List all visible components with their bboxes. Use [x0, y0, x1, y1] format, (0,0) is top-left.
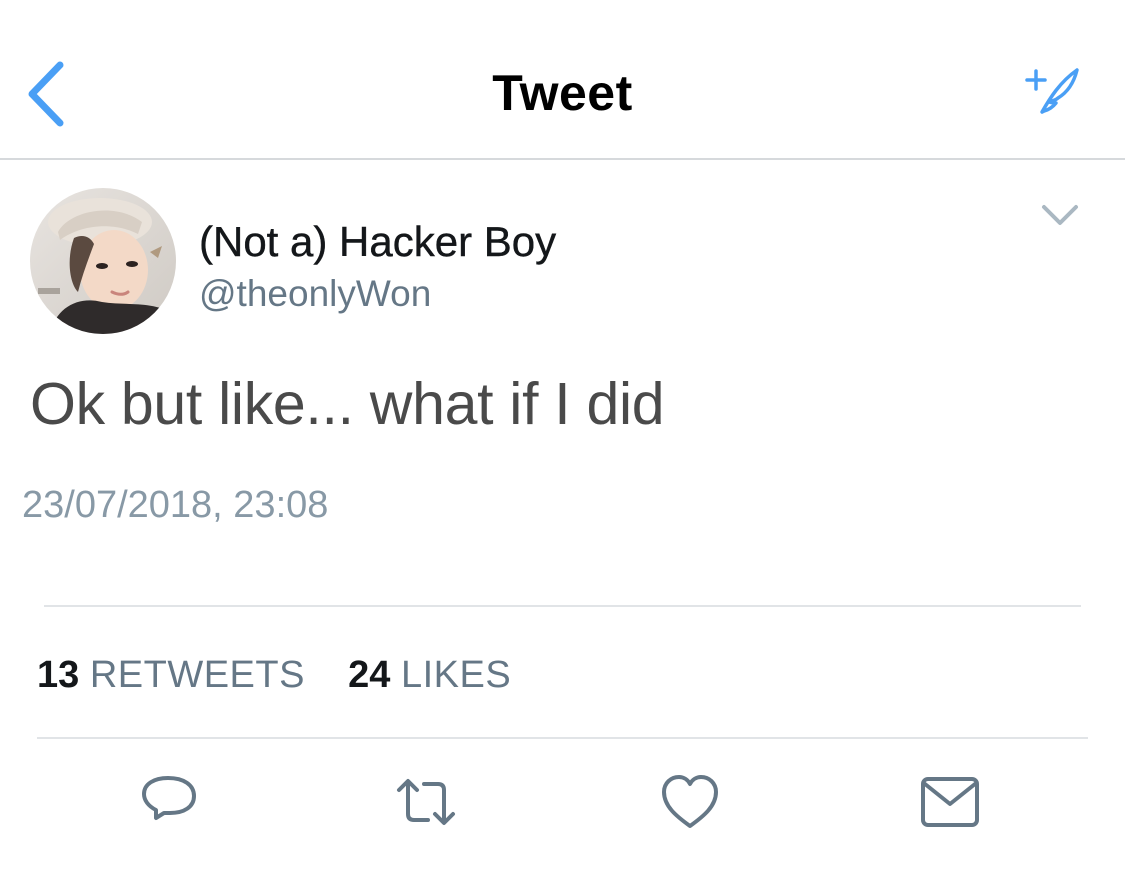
tweet-detail-screen: Tweet (Not a) Hacker Boy @theonlyWon Ok … — [0, 0, 1125, 871]
like-button[interactable] — [658, 770, 722, 834]
avatar[interactable] — [30, 188, 176, 334]
page-title: Tweet — [492, 65, 633, 121]
reply-button[interactable] — [138, 770, 202, 834]
chevron-down-icon — [1042, 205, 1078, 225]
heart-icon — [662, 775, 718, 828]
compose-tweet-button[interactable] — [1022, 64, 1084, 120]
reply-icon — [142, 776, 196, 820]
tweet-text: Ok but like... what if I did — [30, 371, 665, 437]
likes-stat[interactable]: 24 LIKES — [348, 654, 511, 696]
likes-label: LIKES — [400, 654, 512, 696]
divider — [44, 605, 1081, 607]
retweets-stat[interactable]: 13 RETWEETS — [37, 654, 316, 696]
author-handle[interactable]: @theonlyWon — [199, 273, 431, 315]
retweet-icon — [397, 779, 455, 825]
share-button[interactable] — [918, 770, 982, 834]
divider — [37, 737, 1088, 739]
profile-photo — [30, 188, 176, 334]
likes-count: 24 — [348, 654, 391, 696]
retweet-button[interactable] — [394, 770, 458, 834]
engagement-stats: 13 RETWEETS 24 LIKES — [37, 654, 511, 697]
author-display-name[interactable]: (Not a) Hacker Boy — [199, 218, 557, 266]
retweets-label: RETWEETS — [89, 654, 305, 696]
tweet-timestamp: 23/07/2018, 23:08 — [22, 484, 329, 526]
tweet-menu-button[interactable] — [1038, 198, 1082, 234]
compose-tweet-icon — [1025, 68, 1079, 114]
retweets-count: 13 — [37, 654, 80, 696]
envelope-icon — [921, 777, 979, 827]
navigation-bar: Tweet — [0, 0, 1125, 160]
